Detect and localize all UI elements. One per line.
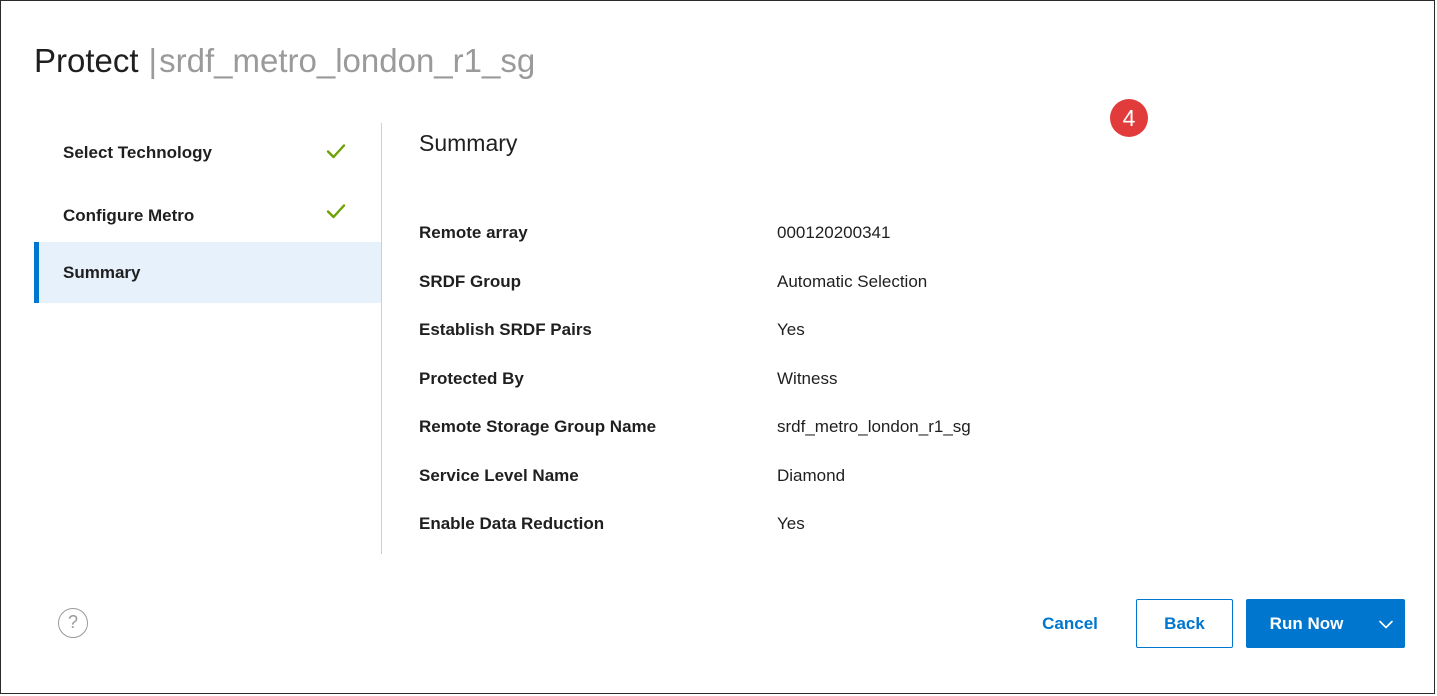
- summary-row-enable-data-reduction: Enable Data Reduction Yes: [419, 500, 1119, 549]
- summary-row-protected-by: Protected By Witness: [419, 355, 1119, 404]
- summary-label: Remote Storage Group Name: [419, 417, 657, 437]
- summary-value: Yes: [777, 514, 805, 534]
- step-select-technology[interactable]: Select Technology: [34, 121, 381, 185]
- check-icon: [326, 204, 346, 219]
- page-title-main: Protect: [34, 42, 139, 79]
- step-summary[interactable]: Summary: [34, 242, 381, 303]
- step-configure-metro[interactable]: Configure Metro: [34, 185, 381, 242]
- step-label: Select Technology: [63, 143, 212, 162]
- run-now-split-button: Run Now: [1246, 599, 1405, 648]
- step-number-marker: 4: [1110, 99, 1148, 137]
- summary-label: SRDF Group: [419, 271, 521, 291]
- summary-label: Enable Data Reduction: [419, 514, 605, 534]
- summary-row-establish-srdf-pairs: Establish SRDF Pairs Yes: [419, 306, 1119, 355]
- summary-table: Remote array 000120200341 SRDF Group Aut…: [419, 209, 1119, 549]
- summary-value: Yes: [777, 320, 805, 340]
- summary-value: srdf_metro_london_r1_sg: [777, 417, 971, 437]
- summary-value: Witness: [777, 368, 838, 388]
- check-icon: [326, 144, 346, 159]
- section-title: Summary: [419, 130, 518, 156]
- title-separator: |: [148, 42, 158, 79]
- summary-row-srdf-group: SRDF Group Automatic Selection: [419, 258, 1119, 307]
- step-label: Summary: [63, 262, 141, 282]
- summary-row-remote-storage-group-name: Remote Storage Group Name srdf_metro_lon…: [419, 403, 1119, 452]
- cancel-button[interactable]: Cancel: [1025, 600, 1115, 648]
- summary-row-remote-array: Remote array 000120200341: [419, 209, 1119, 258]
- protect-dialog: Protect |srdf_metro_london_r1_sg 4 Select…: [0, 0, 1435, 694]
- summary-label: Service Level Name: [419, 465, 579, 485]
- summary-label: Establish SRDF Pairs: [419, 320, 592, 340]
- page-title: Protect |srdf_metro_london_r1_sg: [34, 41, 535, 81]
- wizard-steps: Select Technology Configure Metro Summar…: [34, 121, 381, 303]
- step-label: Configure Metro: [63, 206, 195, 225]
- page-title-storage-group: srdf_metro_london_r1_sg: [159, 42, 536, 79]
- summary-label: Remote array: [419, 223, 528, 243]
- run-options-dropdown[interactable]: [1367, 599, 1405, 648]
- summary-value: Diamond: [777, 465, 846, 485]
- run-now-button[interactable]: Run Now: [1246, 599, 1367, 648]
- steps-divider: [381, 123, 382, 554]
- summary-label: Protected By: [419, 368, 524, 388]
- chevron-down-icon: [1379, 620, 1393, 628]
- back-button[interactable]: Back: [1136, 599, 1233, 648]
- summary-row-service-level-name: Service Level Name Diamond: [419, 452, 1119, 501]
- summary-value: 000120200341: [777, 223, 891, 243]
- question-circle-icon[interactable]: ?: [58, 608, 88, 638]
- summary-value: Automatic Selection: [777, 271, 928, 291]
